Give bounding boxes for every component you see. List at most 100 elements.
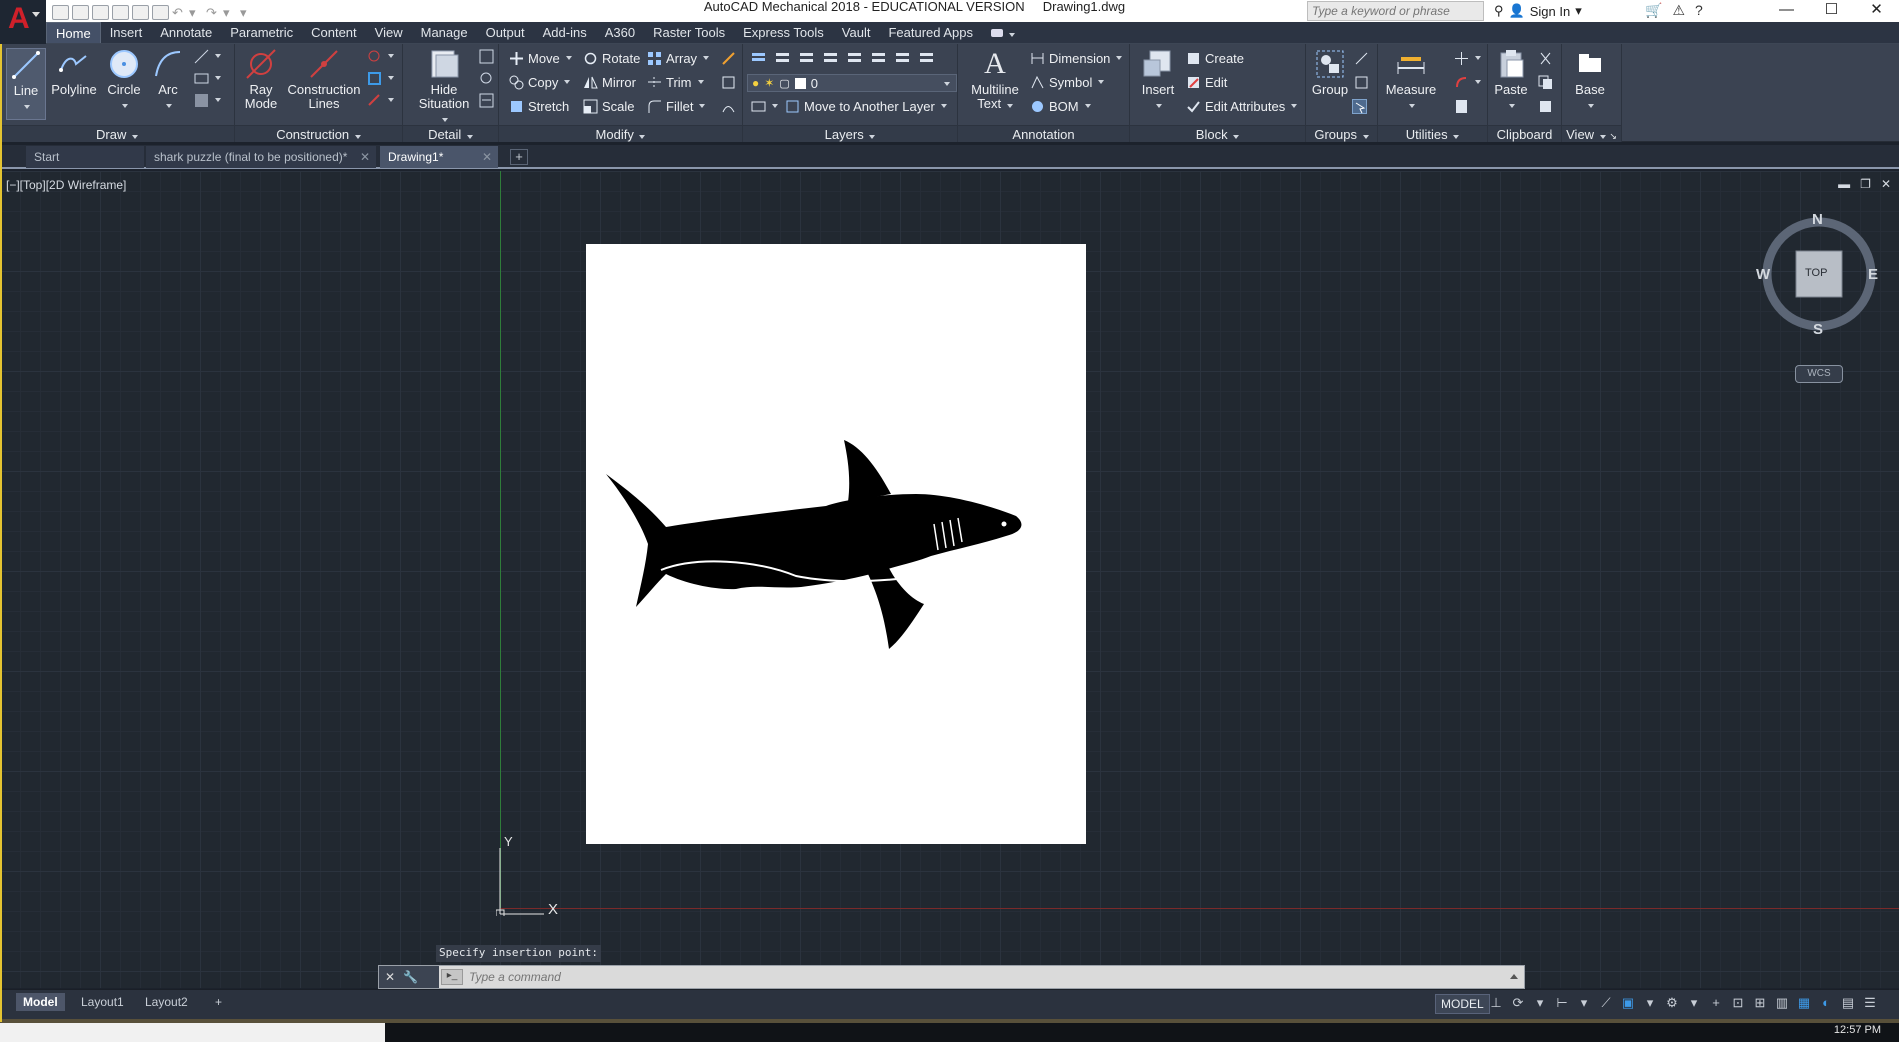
- viewcube-top-face[interactable]: TOP: [1805, 267, 1827, 279]
- close-icon[interactable]: ✕: [385, 970, 395, 984]
- move-button[interactable]: Move: [509, 48, 572, 68]
- panel-block-title[interactable]: Block: [1130, 125, 1305, 142]
- measure-button[interactable]: Measure: [1380, 48, 1442, 111]
- file-tab-start[interactable]: Start: [26, 146, 144, 168]
- hardware-acceleration-icon[interactable]: ▤: [1840, 995, 1856, 1011]
- tab-home[interactable]: Home: [46, 22, 101, 43]
- viewport-minimize-icon[interactable]: ▬: [1838, 177, 1850, 191]
- panel-annotation-title[interactable]: Annotation: [958, 125, 1129, 142]
- isolate-objects-icon[interactable]: ◐: [1818, 995, 1834, 1011]
- model-space-toggle[interactable]: MODEL: [1435, 994, 1490, 1014]
- tab-output[interactable]: Output: [477, 22, 534, 43]
- hatch-icon[interactable]: [194, 93, 209, 108]
- settings-gear-icon[interactable]: ⚙: [1664, 995, 1680, 1011]
- tab-insert[interactable]: Insert: [101, 22, 152, 43]
- tab-add-ins[interactable]: Add-ins: [534, 22, 596, 43]
- polyline-button[interactable]: Polyline: [50, 48, 98, 97]
- ortho-icon[interactable]: ⊢: [1554, 995, 1570, 1011]
- taskbar-search-area[interactable]: [0, 1023, 385, 1042]
- layer-isolate-icon[interactable]: [799, 51, 814, 66]
- recent-commands-icon[interactable]: ▸_: [441, 969, 463, 985]
- panel-layers-title[interactable]: Layers: [743, 125, 957, 142]
- panel-utilities-title[interactable]: Utilities: [1378, 125, 1487, 142]
- chevron-up-icon[interactable]: [1510, 974, 1518, 979]
- quick-properties-icon[interactable]: ▦: [1796, 995, 1812, 1011]
- mirror-button[interactable]: Mirror: [583, 72, 636, 92]
- layer-lock-icon[interactable]: [871, 51, 886, 66]
- close-tab-icon[interactable]: ✕: [360, 146, 370, 168]
- layer-properties-icon[interactable]: [751, 51, 766, 66]
- redo-dropdown-icon[interactable]: ▾: [223, 5, 237, 20]
- ray-mode-button[interactable]: Ray Mode: [239, 48, 283, 111]
- move-to-another-layer-button[interactable]: Move to Another Layer: [785, 96, 947, 116]
- point-style-icon[interactable]: [1454, 51, 1469, 66]
- group-button[interactable]: Group: [1310, 48, 1350, 97]
- search-input[interactable]: [1307, 1, 1484, 21]
- layer-list-icon[interactable]: [751, 99, 766, 114]
- new-file-icon[interactable]: [52, 4, 69, 20]
- construction-lines-button[interactable]: Construction Lines: [285, 48, 363, 111]
- ungroup-icon[interactable]: [1354, 51, 1369, 66]
- edit-block-button[interactable]: Edit: [1186, 72, 1227, 92]
- compass-south[interactable]: S: [1813, 321, 1823, 338]
- match-properties-icon[interactable]: [1538, 99, 1553, 114]
- offset-icon[interactable]: [721, 99, 736, 114]
- save-as-icon[interactable]: [112, 4, 129, 20]
- multiline-text-button[interactable]: A Multiline Text: [966, 48, 1024, 111]
- tab-vault[interactable]: Vault: [833, 22, 880, 43]
- units-icon[interactable]: ▥: [1774, 995, 1790, 1011]
- arc-button[interactable]: Arc: [150, 48, 186, 111]
- edit-attributes-button[interactable]: Edit Attributes: [1186, 96, 1298, 116]
- file-tab-drawing1[interactable]: Drawing1* ✕: [380, 146, 498, 168]
- insert-block-button[interactable]: Insert: [1136, 48, 1180, 111]
- group-edit-icon[interactable]: [1354, 75, 1369, 90]
- copy-clip-icon[interactable]: [1538, 75, 1553, 90]
- copy-button[interactable]: Copy: [509, 72, 571, 92]
- symbol-button[interactable]: Symbol: [1030, 72, 1105, 92]
- maximize-icon[interactable]: ☐: [1809, 0, 1854, 22]
- chevron-down-icon[interactable]: ▾: [1686, 995, 1702, 1011]
- drawing-area[interactable]: [−][Top][2D Wireframe] ▬ ❐ ✕ Y X N S E W…: [0, 171, 1899, 988]
- scale-button[interactable]: Scale: [583, 96, 635, 116]
- layout-tab-layout2[interactable]: Layout2: [138, 993, 195, 1011]
- command-input[interactable]: [469, 969, 1499, 985]
- tab-a360[interactable]: A360: [596, 22, 644, 43]
- panel-construction-title[interactable]: Construction: [235, 125, 402, 142]
- chevron-down-icon[interactable]: ▾: [1576, 995, 1592, 1011]
- ribbon-options[interactable]: [982, 22, 1024, 43]
- calculator-icon[interactable]: [1454, 99, 1469, 114]
- sheet-icon[interactable]: [479, 93, 494, 108]
- application-menu-button[interactable]: A: [0, 0, 46, 44]
- compass-east[interactable]: E: [1868, 266, 1878, 283]
- compass-west[interactable]: W: [1756, 266, 1770, 283]
- cart-icon[interactable]: 🛒: [1645, 2, 1662, 19]
- panel-modify-title[interactable]: Modify: [499, 125, 742, 142]
- fillet-button[interactable]: Fillet: [647, 96, 706, 116]
- customize-icon[interactable]: ☰: [1862, 995, 1878, 1011]
- new-tab-button[interactable]: +: [510, 149, 528, 165]
- tab-annotate[interactable]: Annotate: [151, 22, 221, 43]
- plus-icon[interactable]: +: [1708, 995, 1724, 1011]
- create-block-button[interactable]: Create: [1186, 48, 1244, 68]
- construction-erase-icon[interactable]: [367, 93, 382, 108]
- minimize-icon[interactable]: —: [1764, 0, 1809, 22]
- viewcube[interactable]: N S E W TOP: [1756, 211, 1882, 338]
- undo-dropdown-icon[interactable]: ▾: [189, 5, 203, 20]
- construction-line-icon[interactable]: [194, 49, 209, 64]
- section-icon[interactable]: [479, 71, 494, 86]
- stretch-button[interactable]: Stretch: [509, 96, 569, 116]
- isodraft-icon[interactable]: ⟋: [1598, 995, 1614, 1011]
- close-tab-icon[interactable]: ✕: [482, 146, 492, 168]
- paste-button[interactable]: Paste: [1490, 48, 1532, 111]
- tab-manage[interactable]: Manage: [412, 22, 477, 43]
- add-layout-button[interactable]: +: [208, 993, 229, 1011]
- explode-icon[interactable]: [721, 75, 736, 90]
- file-tab-shark-puzzle[interactable]: shark puzzle (final to be positioned)* ✕: [146, 146, 376, 168]
- chevron-down-icon[interactable]: ▾: [1642, 995, 1658, 1011]
- object-snap-icon[interactable]: ▣: [1620, 995, 1636, 1011]
- array-button[interactable]: Array: [647, 48, 710, 68]
- compass-north[interactable]: N: [1812, 211, 1823, 228]
- plot-icon[interactable]: [152, 4, 169, 20]
- layout-tab-layout1[interactable]: Layout1: [74, 993, 131, 1011]
- panel-view-title[interactable]: View ↘: [1562, 125, 1621, 142]
